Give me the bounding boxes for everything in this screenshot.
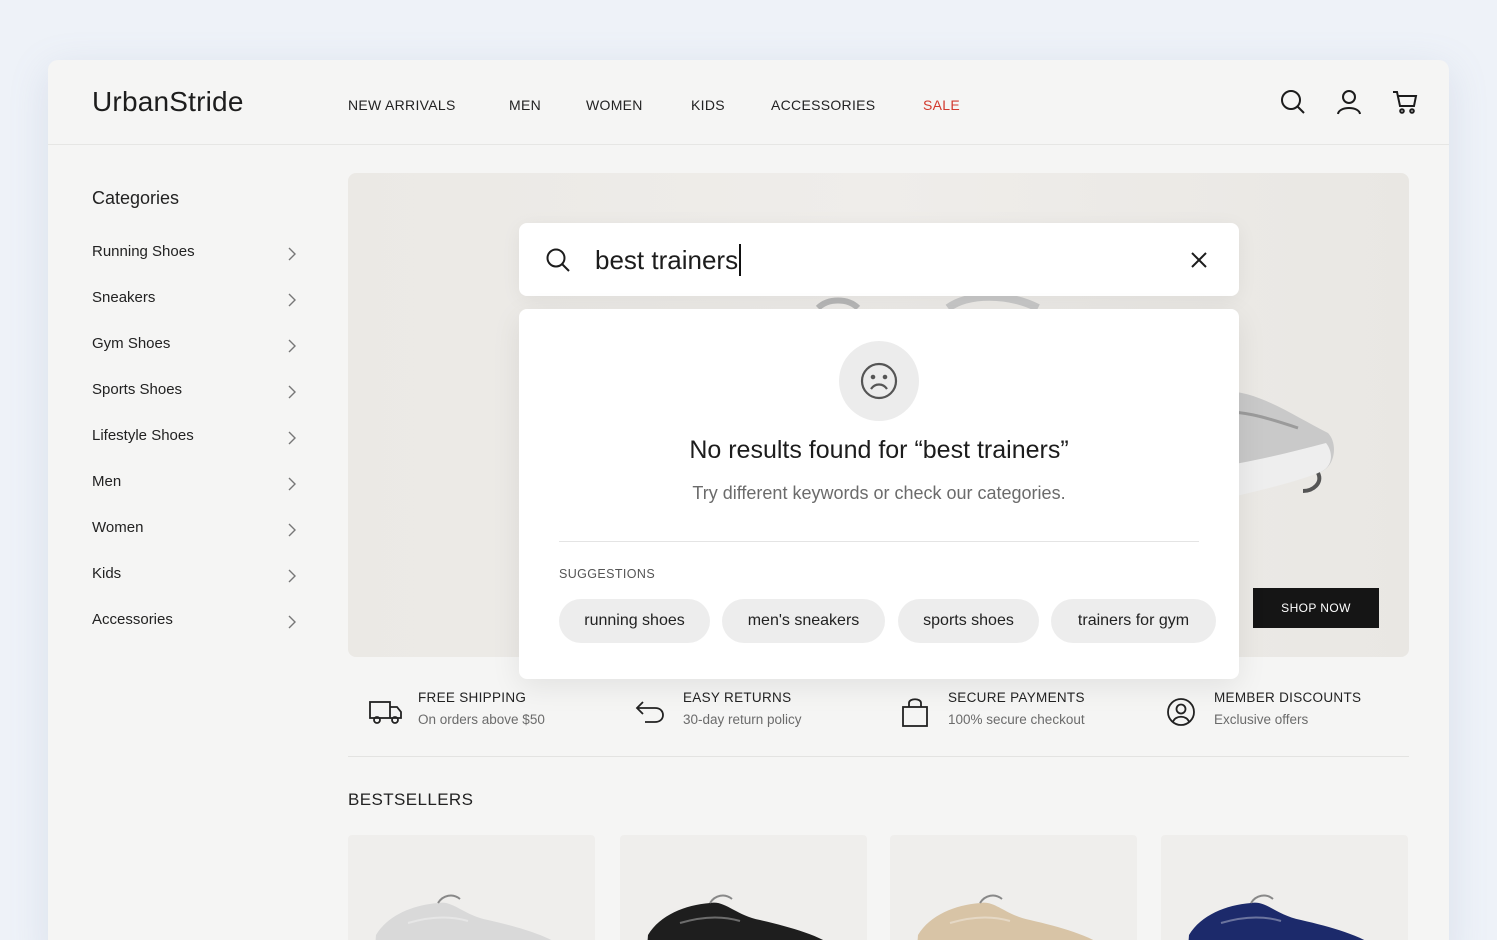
site-header: UrbanStride NEW ARRIVALS MEN WOMEN KIDS …: [48, 60, 1449, 145]
sidebar-item[interactable]: Running Shoes: [92, 243, 297, 267]
no-results-title: No results found for “best trainers”: [689, 436, 1069, 464]
sidebar-item-label: Men: [92, 473, 122, 490]
brand-logo[interactable]: UrbanStride: [92, 86, 244, 118]
feature-subtitle: 30-day return policy: [683, 712, 802, 727]
nav-men[interactable]: MEN: [509, 97, 541, 113]
search-bar: best trainers: [519, 223, 1239, 296]
nav-accessories[interactable]: ACCESSORIES: [771, 97, 875, 113]
suggestion-chip[interactable]: trainers for gym: [1051, 599, 1216, 643]
return-icon: [633, 696, 669, 728]
shop-now-button[interactable]: SHOP NOW: [1253, 588, 1379, 628]
product-shoe-image: [917, 894, 1094, 940]
feature-subtitle: On orders above $50: [418, 712, 545, 727]
cart-icon[interactable]: [1391, 88, 1419, 116]
feature-subtitle: 100% secure checkout: [948, 712, 1085, 727]
suggestion-chip[interactable]: sports shoes: [898, 599, 1039, 643]
store-window: UrbanStride NEW ARRIVALS MEN WOMEN KIDS …: [48, 60, 1449, 940]
search-icon: [545, 247, 571, 273]
sidebar-item-label: Running Shoes: [92, 243, 195, 260]
search-input[interactable]: best trainers: [595, 244, 742, 276]
product-card[interactable]: [620, 835, 867, 940]
product-card[interactable]: [348, 835, 595, 940]
divider: [559, 541, 1199, 542]
sidebar-item-label: Kids: [92, 565, 122, 582]
chevron-right-icon: [288, 615, 296, 629]
search-icon[interactable]: [1279, 88, 1307, 116]
chevron-right-icon: [288, 477, 296, 491]
suggestions-label: SUGGESTIONS: [559, 567, 656, 581]
suggestion-chip[interactable]: men's sneakers: [722, 599, 885, 643]
chevron-right-icon: [288, 569, 296, 583]
nav-new-arrivals[interactable]: NEW ARRIVALS: [348, 97, 456, 113]
feature-title: EASY RETURNS: [683, 690, 792, 705]
sidebar-item-label: Sports Shoes: [92, 381, 183, 398]
product-shoe-image: [1188, 894, 1365, 940]
member-icon: [1164, 696, 1200, 728]
sidebar-item[interactable]: Women: [92, 519, 297, 543]
chevron-right-icon: [288, 385, 296, 399]
bestsellers-title: BESTSELLERS: [348, 790, 474, 809]
sidebar-item[interactable]: Lifestyle Shoes: [92, 427, 297, 451]
feature-strip: FREE SHIPPING On orders above $50 EASY R…: [348, 680, 1409, 757]
sidebar-item[interactable]: Men: [92, 473, 297, 497]
nav-kids[interactable]: KIDS: [691, 97, 725, 113]
truck-icon: [368, 696, 404, 728]
sidebar-item[interactable]: Sneakers: [92, 289, 297, 313]
product-card[interactable]: [1161, 835, 1408, 940]
sidebar-item-label: Sneakers: [92, 289, 156, 306]
chevron-right-icon: [288, 523, 296, 537]
sidebar-item[interactable]: Accessories: [92, 611, 297, 635]
sidebar-item-label: Accessories: [92, 611, 173, 628]
chevron-right-icon: [288, 431, 296, 445]
user-icon[interactable]: [1335, 88, 1363, 116]
product-shoe-image: [647, 894, 824, 940]
search-results-panel: No results found for “best trainers” Try…: [519, 309, 1239, 679]
sidebar-item-label: Women: [92, 519, 144, 536]
chevron-right-icon: [288, 293, 296, 307]
feature-title: SECURE PAYMENTS: [948, 690, 1085, 705]
chevron-right-icon: [288, 339, 296, 353]
feature-subtitle: Exclusive offers: [1214, 712, 1309, 727]
suggestion-chip[interactable]: running shoes: [559, 599, 710, 643]
sidebar-item[interactable]: Kids: [92, 565, 297, 589]
close-icon[interactable]: [1189, 250, 1209, 270]
product-card[interactable]: [890, 835, 1137, 940]
sidebar-item[interactable]: Gym Shoes: [92, 335, 297, 359]
feature-title: MEMBER DISCOUNTS: [1214, 690, 1362, 705]
nav-women[interactable]: WOMEN: [586, 97, 643, 113]
category-sidebar: Categories: [92, 188, 302, 209]
sidebar-item-label: Lifestyle Shoes: [92, 427, 194, 444]
no-results-subtitle: Try different keywords or check our cate…: [692, 483, 1066, 503]
chevron-right-icon: [288, 247, 296, 261]
nav-sale[interactable]: SALE: [923, 97, 960, 113]
sidebar-item-label: Gym Shoes: [92, 335, 171, 352]
sidebar-item[interactable]: Sports Shoes: [92, 381, 297, 405]
sidebar-title: Categories: [92, 188, 180, 208]
bag-icon: [898, 696, 934, 728]
sad-face-icon: [839, 341, 919, 421]
feature-title: FREE SHIPPING: [418, 690, 527, 705]
product-shoe-image: [375, 894, 552, 940]
